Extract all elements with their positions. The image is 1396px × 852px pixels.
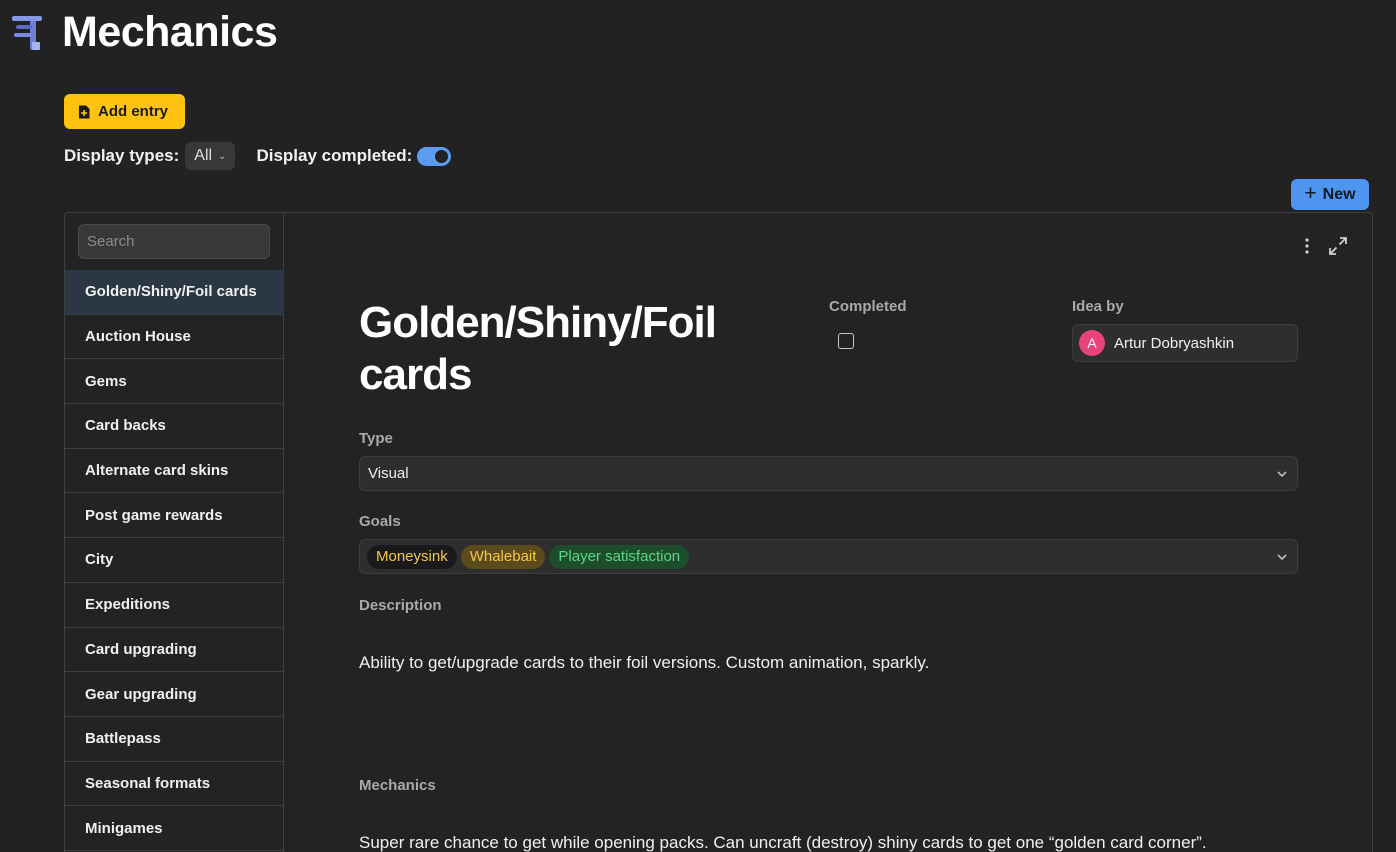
chevron-down-icon: ⌄ (218, 150, 227, 162)
chevron-down-icon (1277, 471, 1287, 478)
entry-title: Golden/Shiny/Foil cards (359, 298, 717, 399)
caliper-icon (12, 16, 42, 50)
type-value: Visual (368, 465, 409, 482)
mechanics-label: Mechanics (359, 777, 436, 794)
plus-icon: + (1304, 182, 1317, 205)
sidebar-item-gear-upgrading[interactable]: Gear upgrading (65, 672, 284, 717)
sidebar-item-seasonal-formats[interactable]: Seasonal formats (65, 762, 284, 807)
description-label: Description (359, 597, 442, 614)
new-button[interactable]: + New (1291, 179, 1369, 210)
chevron-down-icon (1277, 554, 1287, 561)
idea-by-field[interactable]: A Artur Dobryashkin (1072, 324, 1298, 362)
sidebar-item-card-upgrading[interactable]: Card upgrading (65, 628, 284, 673)
type-select[interactable]: Visual (359, 456, 1298, 491)
display-types-value: All (194, 147, 213, 164)
mechanics-text[interactable]: Super rare chance to get while opening p… (359, 833, 1207, 852)
entries-panel: Golden/Shiny/Foil cards Auction House Ge… (64, 212, 1373, 852)
sidebar-item-battlepass[interactable]: Battlepass (65, 717, 284, 762)
display-completed-label: Display completed: (256, 146, 413, 165)
sidebar-item-city[interactable]: City (65, 538, 284, 583)
completed-checkbox[interactable] (838, 333, 854, 349)
type-label: Type (359, 430, 393, 447)
display-types-select[interactable]: All ⌄ (185, 142, 236, 170)
display-types-label: Display types: (64, 146, 180, 165)
sidebar-item-minigames[interactable]: Minigames (65, 806, 284, 851)
idea-by-label: Idea by (1072, 298, 1124, 315)
sidebar-item-card-backs[interactable]: Card backs (65, 404, 284, 449)
new-label: New (1322, 185, 1356, 203)
toggle-knob (435, 149, 449, 163)
document-plus-icon (79, 105, 90, 118)
sidebar-item-expeditions[interactable]: Expeditions (65, 583, 284, 628)
sidebar: Golden/Shiny/Foil cards Auction House Ge… (65, 213, 284, 852)
add-entry-button[interactable]: Add entry (64, 94, 185, 129)
idea-by-name: Artur Dobryashkin (1114, 334, 1235, 352)
more-options-icon[interactable] (1302, 237, 1312, 255)
sidebar-item-post-game-rewards[interactable]: Post game rewards (65, 493, 284, 539)
description-text[interactable]: Ability to get/upgrade cards to their fo… (359, 653, 929, 673)
goal-tag[interactable]: Player satisfaction (549, 544, 690, 569)
sidebar-item-alternate-card-skins[interactable]: Alternate card skins (65, 449, 284, 494)
goals-label: Goals (359, 513, 401, 530)
completed-label: Completed (829, 298, 907, 315)
sidebar-item-gems[interactable]: Gems (65, 359, 284, 405)
goals-select[interactable]: Moneysink Whalebait Player satisfaction (359, 539, 1298, 574)
search-input[interactable] (78, 224, 270, 259)
expand-icon[interactable] (1329, 237, 1347, 255)
display-completed-toggle[interactable] (417, 146, 452, 166)
goal-tag[interactable]: Whalebait (460, 544, 546, 569)
goal-tag[interactable]: Moneysink (367, 544, 457, 569)
page-title: Mechanics (62, 8, 278, 56)
sidebar-item-golden-shiny-foil-cards[interactable]: Golden/Shiny/Foil cards (65, 270, 284, 315)
sidebar-item-auction-house[interactable]: Auction House (65, 315, 284, 360)
avatar: A (1079, 330, 1105, 356)
entry-list: Golden/Shiny/Foil cards Auction House Ge… (65, 270, 284, 851)
filter-bar: Display types: All ⌄ Display completed: (64, 142, 452, 170)
entry-detail: Golden/Shiny/Foil cards Completed Idea b… (285, 213, 1372, 852)
add-entry-label: Add entry (98, 103, 169, 120)
